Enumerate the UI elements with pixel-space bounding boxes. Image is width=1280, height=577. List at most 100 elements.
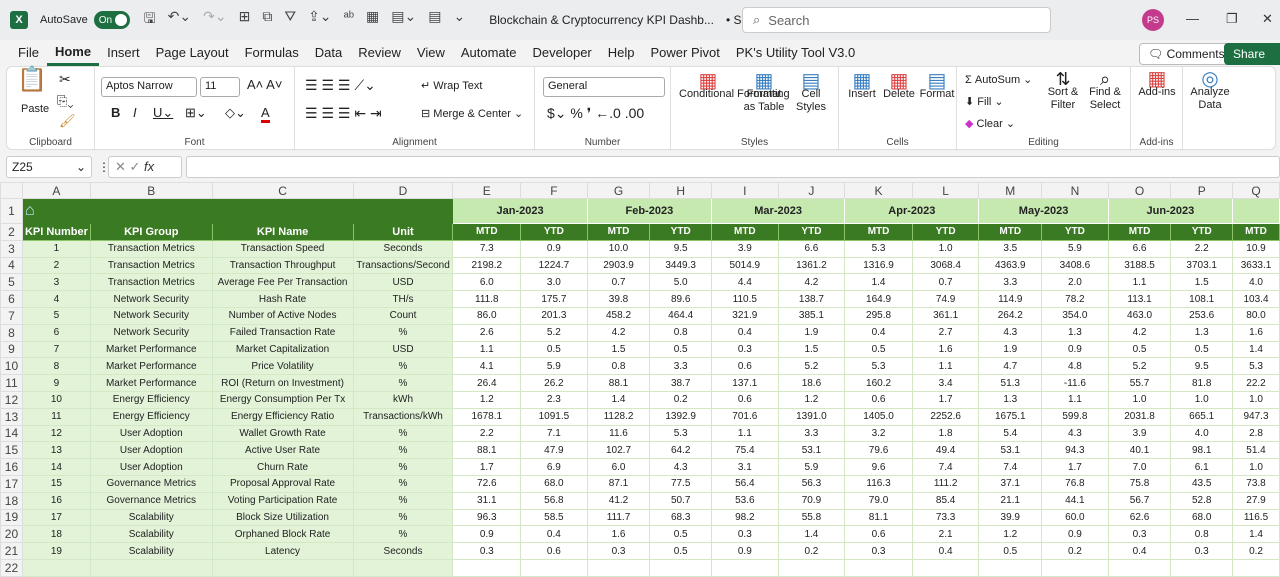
cell[interactable]: Average Fee Per Transaction <box>211 273 354 292</box>
column-header[interactable]: N <box>1041 182 1109 199</box>
cell[interactable]: 56.4 <box>711 474 779 493</box>
spreadsheet-grid[interactable]: A B C D E F G H I J K L M N O P Q 1 ⌂ Jan-2023 Feb-2023 Mar-2… <box>0 182 1280 577</box>
cell[interactable]: % <box>352 508 454 527</box>
cell[interactable]: 73.8 <box>1232 474 1280 493</box>
fill-button[interactable]: ⬇ Fill ⌄ <box>965 95 1004 108</box>
cell[interactable]: Failed Transaction Rate <box>211 323 354 342</box>
cell[interactable]: 1.2 <box>978 525 1043 544</box>
cell[interactable]: 0.9 <box>1041 525 1109 544</box>
cell[interactable]: 0.5 <box>649 525 713 544</box>
cell[interactable]: 0.2 <box>777 542 846 560</box>
cell[interactable] <box>520 558 588 577</box>
cell[interactable]: 5.0 <box>649 273 713 292</box>
tab-home[interactable]: Home <box>46 40 100 66</box>
tab-view[interactable]: View <box>409 40 453 66</box>
chart-icon[interactable]: ⧉ <box>262 8 272 32</box>
cell[interactable]: % <box>352 474 454 493</box>
cell[interactable]: 253.6 <box>1170 306 1234 325</box>
cell[interactable]: 77.5 <box>649 474 713 493</box>
cell[interactable]: 1.4 <box>1232 525 1280 544</box>
cell[interactable]: 4.1 <box>452 357 522 376</box>
column-header[interactable]: J <box>777 182 846 199</box>
cell[interactable]: 74.9 <box>911 290 980 308</box>
cell[interactable]: 11 <box>21 407 91 426</box>
cell[interactable]: 0.8 <box>586 357 651 376</box>
cell[interactable]: 3 <box>21 273 91 292</box>
cell[interactable]: 701.6 <box>711 407 779 426</box>
cell[interactable]: 38.7 <box>649 374 713 392</box>
cell[interactable]: Energy Efficiency <box>89 407 213 426</box>
number-format-select[interactable]: General <box>543 77 665 97</box>
cell[interactable]: USD <box>352 340 454 359</box>
cell[interactable]: 5.3 <box>844 357 913 376</box>
cell[interactable]: Transaction Metrics <box>89 273 213 292</box>
cell[interactable]: 3.4 <box>911 374 980 392</box>
cell[interactable]: 2031.8 <box>1107 407 1172 426</box>
cell[interactable] <box>1107 558 1172 577</box>
cell[interactable]: Seconds <box>352 239 454 258</box>
cell[interactable]: 160.2 <box>844 374 913 392</box>
table-icon[interactable]: ▦ <box>366 8 379 32</box>
column-header[interactable]: B <box>89 182 213 199</box>
borders-icon[interactable]: ⊞⌄ <box>185 105 207 121</box>
cell[interactable]: 53.1 <box>777 441 846 460</box>
cell[interactable] <box>1041 558 1109 577</box>
cell[interactable]: 4.8 <box>1041 357 1109 376</box>
cell[interactable]: 15 <box>21 474 91 493</box>
cell[interactable]: 9.5 <box>649 239 713 258</box>
column-header[interactable]: A <box>21 182 91 199</box>
cell[interactable]: 10 <box>21 390 91 409</box>
cell[interactable]: 1361.2 <box>777 256 846 275</box>
cell[interactable]: 7.0 <box>1107 458 1172 476</box>
cell[interactable]: 3.2 <box>844 424 913 443</box>
cell[interactable]: 1224.7 <box>520 256 588 275</box>
autosave-toggle[interactable]: On <box>93 11 130 29</box>
tab-formulas[interactable]: Formulas <box>237 40 307 66</box>
avatar[interactable]: PS <box>1142 9 1164 31</box>
cell[interactable]: 0.2 <box>649 390 713 409</box>
row-header[interactable]: 21 <box>0 542 23 560</box>
cell[interactable]: 31.1 <box>452 491 522 510</box>
analyze-data-button[interactable]: ◎ Analyze Data <box>1187 69 1233 112</box>
cell[interactable]: 9.6 <box>844 458 913 476</box>
tab-developer[interactable]: Developer <box>525 40 600 66</box>
cell[interactable]: 385.1 <box>777 306 846 325</box>
cell[interactable]: 6 <box>21 323 91 342</box>
cell[interactable]: Energy Efficiency <box>89 390 213 409</box>
cell[interactable]: % <box>352 458 454 476</box>
cell[interactable]: 4.3 <box>649 458 713 476</box>
cell[interactable]: 41.2 <box>586 491 651 510</box>
cell[interactable]: 16 <box>21 491 91 510</box>
cell[interactable]: 87.1 <box>586 474 651 493</box>
cell[interactable]: 0.6 <box>844 390 913 409</box>
cell[interactable]: 2.0 <box>1041 273 1109 292</box>
cell[interactable]: 9 <box>21 374 91 392</box>
cell[interactable] <box>1232 558 1280 577</box>
cell[interactable]: 113.1 <box>1107 290 1172 308</box>
cell[interactable]: 0.3 <box>1107 525 1172 544</box>
cell[interactable]: 1 <box>21 239 91 258</box>
tab-review[interactable]: Review <box>350 40 409 66</box>
cell[interactable]: 0.4 <box>844 323 913 342</box>
row-header[interactable]: 16 <box>0 458 23 476</box>
cell[interactable]: 78.2 <box>1041 290 1109 308</box>
cell[interactable]: Count <box>352 306 454 325</box>
format-painter-icon[interactable]: 🖌 <box>59 113 76 129</box>
tab-insert[interactable]: Insert <box>99 40 148 66</box>
cell[interactable]: 55.7 <box>1107 374 1172 392</box>
cell[interactable]: Wallet Growth Rate <box>211 424 354 443</box>
cell[interactable]: 6.9 <box>520 458 588 476</box>
cell[interactable]: 354.0 <box>1041 306 1109 325</box>
cell[interactable]: 3.9 <box>711 239 779 258</box>
cell[interactable]: 138.7 <box>777 290 846 308</box>
cell[interactable]: 3.3 <box>978 273 1043 292</box>
cell[interactable]: Number of Active Nodes <box>211 306 354 325</box>
cell[interactable]: 1.7 <box>452 458 522 476</box>
cell[interactable]: 2198.2 <box>452 256 522 275</box>
cell[interactable]: 1.1 <box>911 357 980 376</box>
cell[interactable]: 3633.1 <box>1232 256 1280 275</box>
row-header[interactable]: 9 <box>0 340 23 359</box>
cell[interactable]: 0.4 <box>520 525 588 544</box>
cell[interactable]: Latency <box>211 542 354 560</box>
horizontal-align-icons[interactable]: ☰ ☰ ☰ ⇤ ⇥ <box>305 105 382 122</box>
